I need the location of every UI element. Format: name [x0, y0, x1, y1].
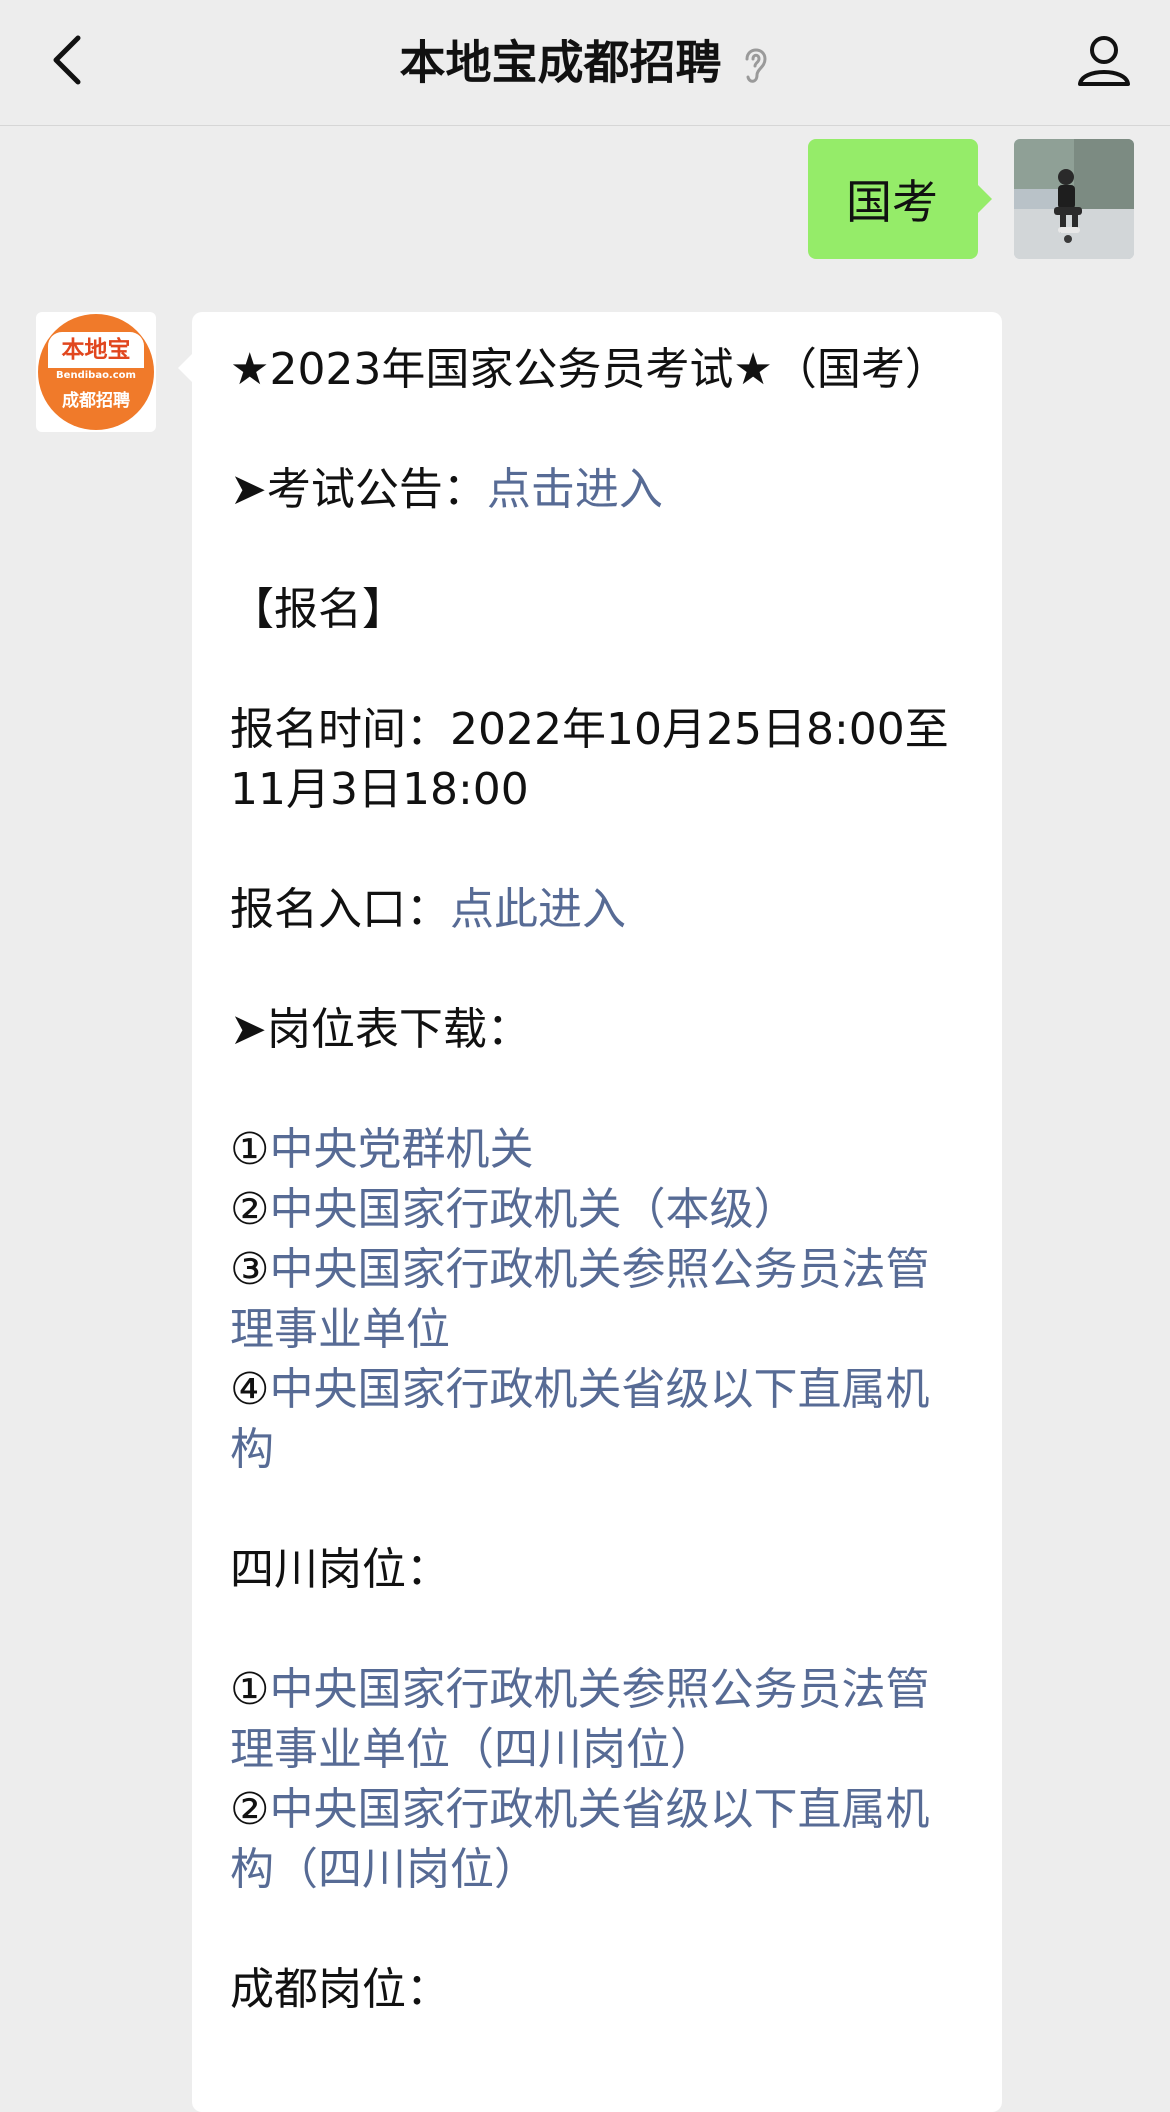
message-title: ★2023年国家公务员考试★（国考） — [230, 344, 949, 395]
person-icon — [1078, 36, 1130, 86]
list-item: ②中央国家行政机关省级以下直属机构（四川岗位） — [230, 1780, 966, 1900]
profile-button[interactable] — [1072, 28, 1136, 92]
notice-line: ➤考试公告：点击进入 — [230, 460, 966, 520]
entry-link[interactable]: 点此进入 — [450, 884, 626, 935]
item-number: ② — [230, 1184, 270, 1235]
logo-sub-text: Bendibao.com — [56, 370, 136, 381]
logo-top-text: 本地宝 — [48, 332, 144, 368]
entry-label: 报名入口： — [230, 884, 450, 935]
notice-label: ➤考试公告： — [230, 464, 487, 515]
bendibao-logo: 本地宝 Bendibao.com 成都招聘 — [38, 314, 154, 430]
outgoing-bubble[interactable]: 国考 — [808, 139, 992, 259]
signup-heading: 【报名】 — [230, 584, 406, 635]
outgoing-text: 国考 — [846, 175, 938, 229]
notice-link[interactable]: 点击进入 — [487, 464, 663, 515]
list-item: ①中央党群机关 — [230, 1120, 966, 1180]
chengdu-heading: 成都岗位： — [230, 1964, 450, 2015]
central-link-3[interactable]: 中央国家行政机关参照公务员法管理事业单位 — [230, 1244, 929, 1355]
sichuan-link-2[interactable]: 中央国家行政机关省级以下直属机构（四川岗位） — [230, 1784, 929, 1895]
item-number: ② — [230, 1784, 270, 1835]
central-link-2[interactable]: 中央国家行政机关（本级） — [269, 1184, 797, 1235]
logo-bottom-text: 成都招聘 — [62, 391, 130, 411]
list-item: ④中央国家行政机关省级以下直属机构 — [230, 1360, 966, 1480]
central-link-4[interactable]: 中央国家行政机关省级以下直属机构 — [230, 1364, 929, 1475]
entry-line: 报名入口：点此进入 — [230, 880, 966, 940]
item-number: ④ — [230, 1364, 270, 1415]
list-item: ②中央国家行政机关（本级） — [230, 1180, 966, 1240]
user-photo — [1014, 139, 1134, 259]
sichuan-heading: 四川岗位： — [230, 1544, 450, 1595]
download-heading: ➤岗位表下载： — [230, 1004, 531, 1055]
title-area: 本地宝成都招聘 — [0, 30, 1170, 94]
signup-time: 报名时间：2022年10月25日8:00至11月3日18:00 — [230, 704, 949, 815]
item-number: ① — [230, 1124, 270, 1175]
user-avatar[interactable] — [1014, 139, 1134, 259]
chat-title: 本地宝成都招聘 — [399, 35, 722, 90]
ear-icon — [745, 48, 767, 83]
list-item: ③中央国家行政机关参照公务员法管理事业单位 — [230, 1240, 966, 1360]
item-number: ① — [230, 1664, 270, 1715]
outgoing-message: 国考 — [808, 139, 1134, 259]
sichuan-link-1[interactable]: 中央国家行政机关参照公务员法管理事业单位（四川岗位） — [230, 1664, 929, 1775]
top-bar: 本地宝成都招聘 — [0, 0, 1170, 126]
incoming-bubble: ★2023年国家公务员考试★（国考） ➤考试公告：点击进入 【报名】 报名时间：… — [178, 312, 1002, 2112]
official-account-avatar[interactable]: 本地宝 Bendibao.com 成都招聘 — [36, 312, 156, 432]
item-number: ③ — [230, 1244, 270, 1295]
central-link-1[interactable]: 中央党群机关 — [269, 1124, 533, 1175]
list-item: ①中央国家行政机关参照公务员法管理事业单位（四川岗位） — [230, 1660, 966, 1780]
